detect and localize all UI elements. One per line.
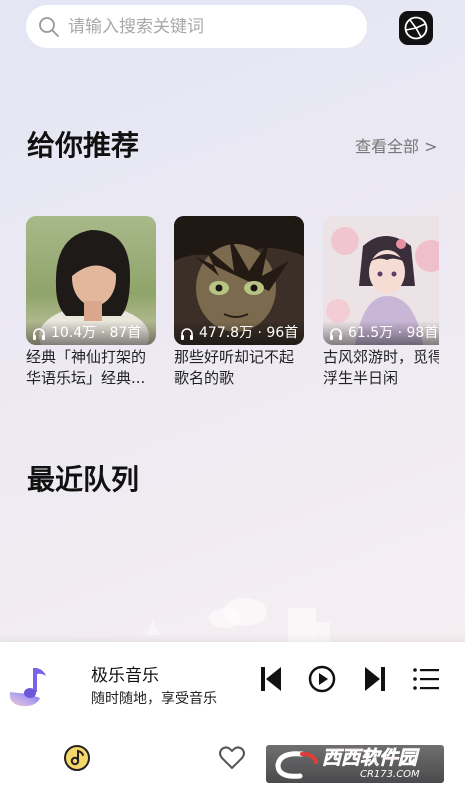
playlist-cover: 10.4万 · 87首 bbox=[26, 216, 156, 345]
headphones-icon bbox=[329, 327, 343, 341]
playlist-cover: 477.8万 · 96首 bbox=[174, 216, 304, 345]
list-icon bbox=[412, 667, 440, 691]
search-icon bbox=[38, 16, 60, 38]
watermark: 西西软件园 CR173.COM bbox=[266, 745, 444, 783]
watermark-url: CR173.COM bbox=[360, 768, 420, 780]
previous-button[interactable] bbox=[256, 664, 286, 694]
play-count: 61.5万 · 98首 bbox=[323, 321, 439, 345]
player-title: 极乐音乐 bbox=[91, 666, 159, 686]
queue-title: 最近队列 bbox=[27, 463, 140, 496]
watermark-text: 西西软件园 bbox=[322, 746, 418, 769]
play-count: 477.8万 · 96首 bbox=[174, 321, 304, 345]
playlist-carousel[interactable]: 10.4万 · 87首 经典「神仙打架的华语乐坛」经典... 477.8万 · … bbox=[26, 216, 439, 388]
aperture-icon bbox=[403, 15, 429, 41]
playlist-title: 古风郊游时，觅得浮生半日闲 bbox=[323, 348, 439, 385]
tab-favorites[interactable] bbox=[217, 743, 247, 773]
search-input[interactable] bbox=[68, 16, 348, 37]
playlist-card[interactable]: 477.8万 · 96首 那些好听却记不起歌名的歌 bbox=[174, 216, 304, 385]
playlist-card[interactable]: 10.4万 · 87首 经典「神仙打架的华语乐坛」经典... bbox=[26, 216, 156, 385]
skip-next-icon bbox=[362, 665, 388, 693]
play-count: 10.4万 · 87首 bbox=[26, 321, 156, 345]
heart-icon bbox=[218, 745, 246, 771]
player-artwork bbox=[6, 662, 52, 708]
search-bar[interactable] bbox=[26, 5, 367, 48]
playlist-card[interactable]: 61.5万 · 98首 古风郊游时，觅得浮生半日闲 bbox=[323, 216, 439, 385]
settings-button[interactable] bbox=[399, 11, 433, 45]
next-button[interactable] bbox=[360, 664, 390, 694]
mini-player[interactable]: 极乐音乐 随时随地，享受音乐 bbox=[0, 642, 465, 726]
play-button[interactable] bbox=[307, 664, 337, 694]
headphones-icon bbox=[32, 327, 46, 341]
playlist-title: 那些好听却记不起歌名的歌 bbox=[174, 348, 295, 385]
playlist-queue-button[interactable] bbox=[411, 664, 441, 694]
playlist-cover: 61.5万 · 98首 bbox=[323, 216, 439, 345]
playlist-title: 经典「神仙打架的华语乐坛」经典... bbox=[26, 348, 147, 385]
recommend-title: 给你推荐 bbox=[27, 129, 140, 162]
headphones-icon bbox=[180, 327, 194, 341]
skip-previous-icon bbox=[258, 665, 284, 693]
watermark-logo bbox=[272, 748, 320, 780]
tab-music[interactable] bbox=[62, 743, 92, 773]
background-decoration bbox=[120, 590, 340, 649]
see-all-link[interactable]: 查看全部 > bbox=[355, 133, 438, 157]
player-subtitle: 随时随地，享受音乐 bbox=[91, 691, 217, 707]
music-disc-icon bbox=[63, 744, 91, 772]
play-circle-icon bbox=[308, 665, 336, 693]
